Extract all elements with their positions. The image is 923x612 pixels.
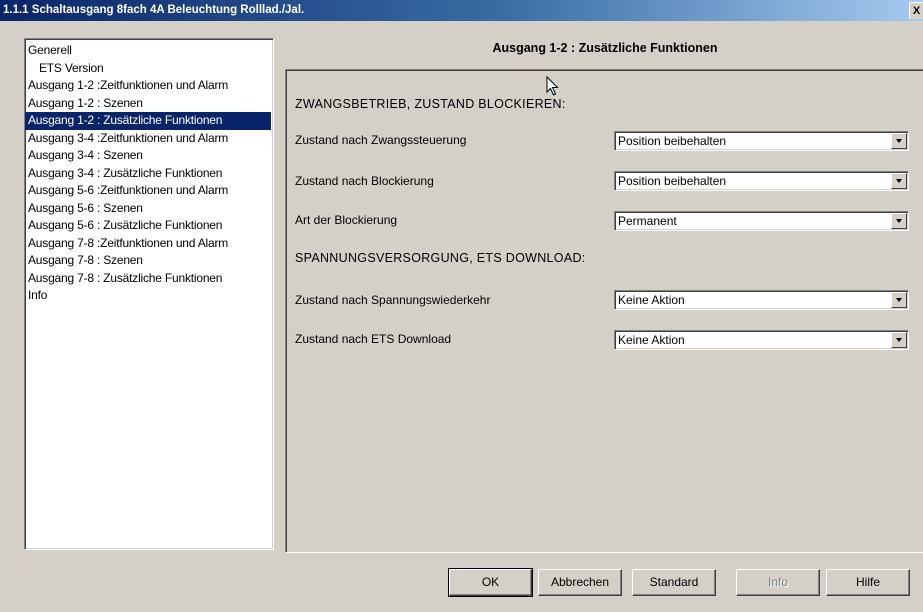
tree-item[interactable]: Ausgang 7-8 :Zeitfunktionen und Alarm [25, 235, 273, 253]
ok-button[interactable]: OK [448, 568, 533, 597]
help-button[interactable]: Hilfe [826, 569, 910, 596]
chevron-down-icon[interactable] [891, 173, 907, 189]
tree-item[interactable]: Ausgang 3-4 : Zusätzliche Funktionen [25, 165, 273, 183]
close-icon[interactable]: X [909, 2, 923, 19]
section-heading-power-supply: SPANNUNGSVERSORGUNG, ETS DOWNLOAD: [295, 251, 586, 265]
chevron-down-icon[interactable] [891, 332, 907, 348]
dropdown-block-state[interactable]: Position beibehalten [614, 171, 909, 191]
tree-item[interactable]: Ausgang 7-8 : Zusätzliche Funktionen [25, 270, 273, 288]
dropdown-value: Permanent [618, 214, 677, 228]
tree-item[interactable]: Ausgang 5-6 :Zeitfunktionen und Alarm [25, 182, 273, 200]
chevron-down-icon[interactable] [891, 292, 907, 308]
info-button: Info [736, 569, 820, 596]
parameter-page-tree[interactable]: Generell ETS Version Ausgang 1-2 :Zeitfunk… [24, 38, 274, 550]
dropdown-value: Position beibehalten [618, 174, 727, 188]
dropdown-forced-state[interactable]: Position beibehalten [614, 131, 909, 151]
tree-item[interactable]: Info [25, 287, 273, 305]
section-heading-forced-operation: ZWANGSBETRIEB, ZUSTAND BLOCKIEREN: [295, 97, 566, 111]
standard-button[interactable]: Standard [632, 569, 716, 596]
page-title: Ausgang 1-2 : Zusätzliche Funktionen [492, 41, 718, 55]
param-label-power-return: Zustand nach Spannungswiederkehr [295, 293, 491, 307]
param-label-forced-state: Zustand nach Zwangssteuerung [295, 133, 467, 147]
tree-item[interactable]: Ausgang 5-6 : Szenen [25, 200, 273, 218]
dropdown-value: Keine Aktion [618, 333, 685, 347]
tree-item[interactable]: Generell [25, 42, 273, 60]
dropdown-value: Position beibehalten [618, 134, 727, 148]
param-label-block-type: Art der Blockierung [295, 213, 398, 227]
param-label-ets-download: Zustand nach ETS Download [295, 332, 452, 346]
window-title: 1.1.1 Schaltausgang 8fach 4A Beleuchtung… [3, 4, 305, 16]
tree-item[interactable]: Ausgang 7-8 : Szenen [25, 252, 273, 270]
dropdown-block-type[interactable]: Permanent [614, 211, 909, 231]
tree-item[interactable]: Ausgang 5-6 : Zusätzliche Funktionen [25, 217, 273, 235]
tree-item[interactable]: Ausgang 3-4 :Zeitfunktionen und Alarm [25, 130, 273, 148]
tree-item[interactable]: Ausgang 1-2 :Zeitfunktionen und Alarm [25, 77, 273, 95]
dropdown-value: Keine Aktion [618, 293, 685, 307]
tree-item[interactable]: ETS Version [25, 60, 273, 78]
chevron-down-icon[interactable] [891, 133, 907, 149]
dropdown-power-return[interactable]: Keine Aktion [614, 290, 909, 310]
dropdown-ets-download[interactable]: Keine Aktion [614, 330, 909, 350]
title-bar: 1.1.1 Schaltausgang 8fach 4A Beleuchtung… [0, 0, 923, 21]
tree-item[interactable]: Ausgang 3-4 : Szenen [25, 147, 273, 165]
tree-item[interactable]: Ausgang 1-2 : Szenen [25, 95, 273, 113]
param-label-block-state: Zustand nach Blockierung [295, 174, 434, 188]
mouse-pointer-icon [546, 76, 559, 96]
tree-item[interactable]: Ausgang 1-2 : Zusätzliche Funktionen [25, 112, 271, 130]
cancel-button[interactable]: Abbrechen [538, 569, 622, 596]
chevron-down-icon[interactable] [891, 213, 907, 229]
